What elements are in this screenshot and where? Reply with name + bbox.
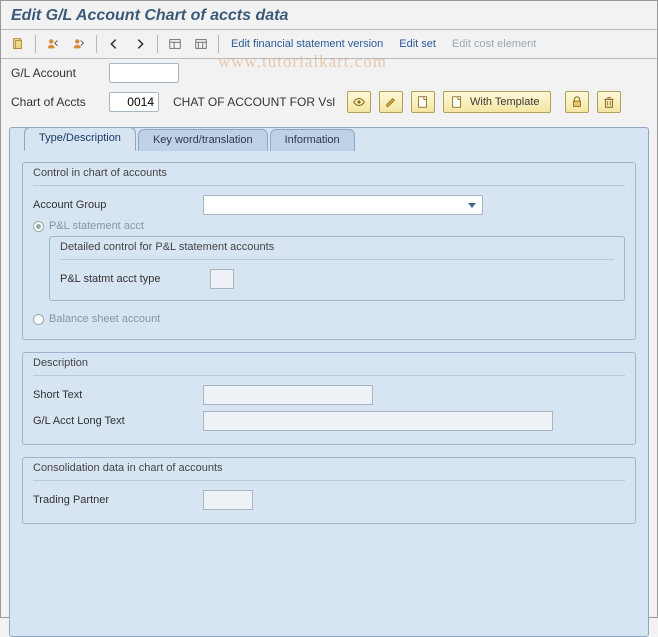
account-group-label: Account Group [33,199,203,211]
edit-fsv-link[interactable]: Edit financial statement version [231,38,383,50]
tab-information[interactable]: Information [270,129,355,151]
chart-of-accts-label: Chart of Accts [11,95,101,109]
prev-icon[interactable] [103,33,125,55]
gl-account-input[interactable] [109,63,179,83]
tab-body: Control in chart of accounts Account Gro… [10,152,648,546]
layout2-icon[interactable] [190,33,212,55]
pl-statement-radio: P&L statement acct [33,218,625,236]
toolbar: Edit financial statement version Edit se… [1,30,657,59]
paste-icon[interactable] [7,33,29,55]
tabs-container: Type/Description Key word/translation In… [9,127,649,637]
long-text-label: G/L Acct Long Text [33,415,203,427]
edit-set-link[interactable]: Edit set [399,38,436,50]
control-groupbox: Control in chart of accounts Account Gro… [22,162,636,340]
radio-selected-icon [33,221,44,232]
display-icon[interactable] [347,91,371,113]
tabs-row: Type/Description Key word/translation In… [10,127,648,151]
chart-of-accts-input[interactable] [109,92,159,112]
trading-partner-label: Trading Partner [33,494,203,506]
user-next-icon[interactable] [68,33,90,55]
tab-type-description[interactable]: Type/Description [24,127,136,151]
chart-of-accts-row: Chart of Accts CHAT OF ACCOUNT FOR Vsl W… [1,87,657,117]
balance-sheet-label: Balance sheet account [49,313,160,325]
with-template-button[interactable]: With Template [443,91,551,113]
balance-sheet-radio: Balance sheet account [33,311,625,329]
pl-statement-label: P&L statement acct [49,220,144,232]
with-template-label: With Template [470,96,540,108]
tab-key-word[interactable]: Key word/translation [138,129,268,151]
edit-icon[interactable] [379,91,403,113]
control-group-title: Control in chart of accounts [33,163,625,186]
pl-type-input[interactable] [210,269,234,289]
consolidation-groupbox: Consolidation data in chart of accounts … [22,457,636,524]
page-title: Edit G/L Account Chart of accts data [1,1,657,30]
trading-partner-input[interactable] [203,490,253,510]
account-group-combo[interactable] [203,195,483,215]
create-icon[interactable] [411,91,435,113]
pl-detail-group: Detailed control for P&L statement accou… [49,236,625,301]
description-groupbox: Description Short Text G/L Acct Long Tex… [22,352,636,445]
radio-unselected-icon [33,314,44,325]
short-text-label: Short Text [33,389,203,401]
description-group-title: Description [33,353,625,376]
edit-cost-element-link: Edit cost element [452,38,536,50]
pl-detail-title: Detailed control for P&L statement accou… [60,237,614,260]
consolidation-group-title: Consolidation data in chart of accounts [33,458,625,481]
short-text-input[interactable] [203,385,373,405]
user-prev-icon[interactable] [42,33,64,55]
lock-icon[interactable] [565,91,589,113]
long-text-input[interactable] [203,411,553,431]
delete-icon[interactable] [597,91,621,113]
chart-of-accts-desc: CHAT OF ACCOUNT FOR Vsl [173,95,335,109]
gl-account-label: G/L Account [11,66,101,80]
gl-account-row: G/L Account [1,59,657,87]
pl-type-label: P&L statmt acct type [60,273,210,285]
next-icon[interactable] [129,33,151,55]
layout1-icon[interactable] [164,33,186,55]
